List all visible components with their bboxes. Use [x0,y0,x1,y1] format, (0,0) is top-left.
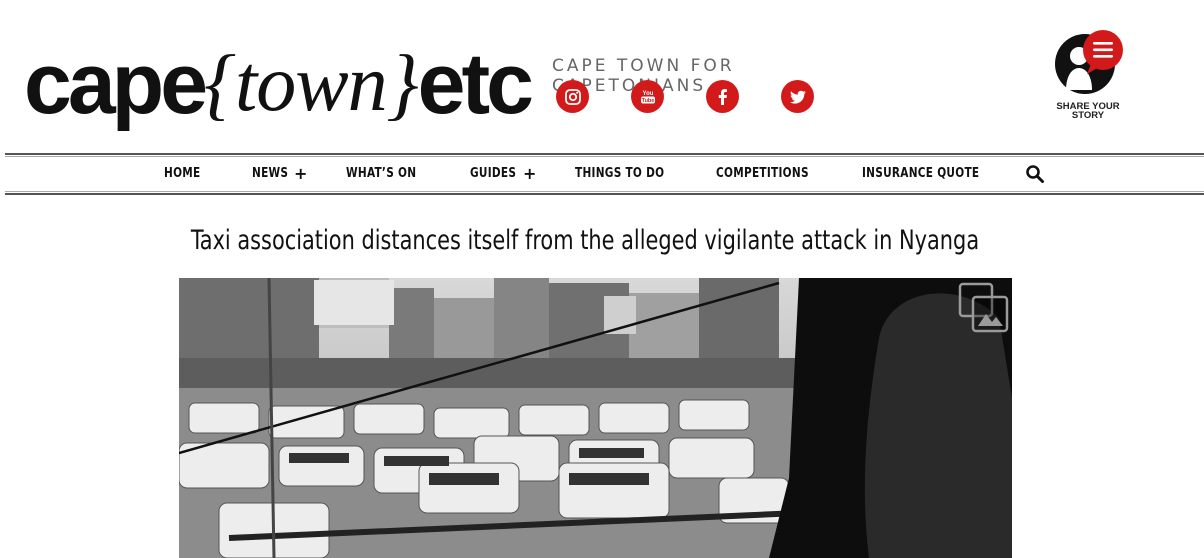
social-links: You Tube [556,80,814,113]
site-logo[interactable]: cape {town} etc [24,34,534,134]
instagram-icon [564,88,581,105]
share-story-label: SHARE YOUR STORY [1056,101,1120,121]
facebook-link[interactable] [706,80,739,113]
nav-item-insurance-quote[interactable]: INSURANCE QUOTE [862,166,979,181]
twitter-icon [789,90,806,104]
share-your-story-button[interactable]: SHARE YOUR STORY [1050,28,1126,120]
nav-item-competitions[interactable]: COMPETITIONS [716,166,809,181]
logo-part-cape: cape [24,35,208,132]
guides-expand-toggle[interactable]: + [523,164,536,183]
search-icon[interactable] [1025,164,1045,184]
share-story-icon [1055,30,1123,94]
main-nav: HOME NEWS + WHAT’S ON GUIDES + THINGS TO… [5,153,1204,195]
youtube-icon: You Tube [640,91,655,104]
twitter-link[interactable] [781,80,814,113]
svg-text:Tube: Tube [641,98,654,104]
nav-item-guides[interactable]: GUIDES [470,166,516,181]
taxi-rank-photo [179,278,1012,558]
youtube-link[interactable]: You Tube [631,80,664,113]
nav-item-whats-on[interactable]: WHAT’S ON [346,166,416,181]
gallery-icon[interactable] [958,282,1010,334]
article-headline: Taxi association distances itself from t… [190,225,980,256]
logo-part-etc: etc [417,35,534,132]
article-featured-image [179,278,1012,558]
nav-item-home[interactable]: HOME [164,166,201,181]
nav-item-news[interactable]: NEWS [252,166,288,181]
news-expand-toggle[interactable]: + [294,164,307,183]
instagram-link[interactable] [556,80,589,113]
svg-text:You: You [642,91,653,97]
logo-part-town: {town} [204,39,419,128]
facebook-icon [718,88,727,105]
nav-item-things-to-do[interactable]: THINGS TO DO [575,166,664,181]
